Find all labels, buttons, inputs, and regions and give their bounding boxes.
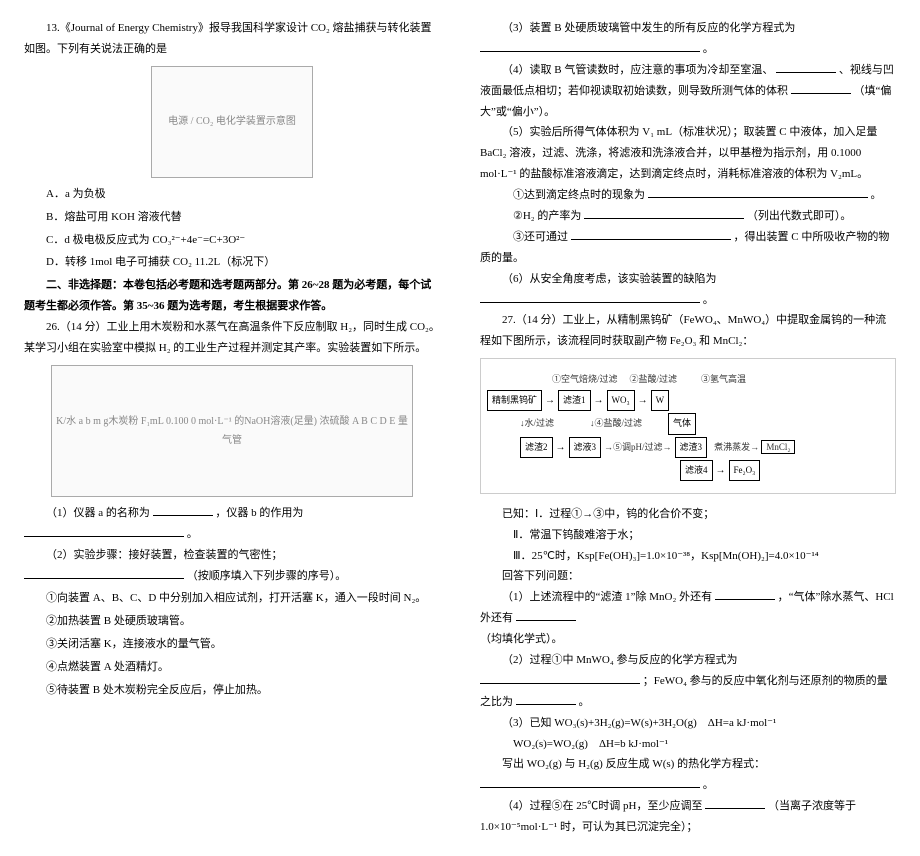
q26-stem: 26.（14 分）工业上用木炭粉和水蒸气在高温条件下反应制取 H₂，同时生成 C… — [24, 317, 440, 359]
q26-part5-2a: ②H₂ 的产率为 — [513, 210, 581, 222]
flow-start: 精制黑钨矿 — [487, 390, 542, 411]
q26-part5-1b: 。 — [871, 189, 882, 201]
right-column: （3）装置 B 处硬质玻璃管中发生的所有反应的化学方程式为 。 （4）读取 B … — [480, 18, 896, 838]
q13-figure-wrap: 电源 / CO₂ 电化学装置示意图 — [24, 66, 440, 178]
q27-a3-qa: 写出 WO₂(g) 与 H₂(g) 反应生成 W(s) 的热化学方程式： — [502, 758, 765, 770]
q27-known-3: Ⅲ．25℃时，Ksp[Fe(OH)₃]=1.0×10⁻³⁸，Ksp[Mn(OH)… — [480, 546, 896, 567]
q26-step-4: ④点燃装置 A 处酒精灯。 — [24, 657, 440, 678]
flow-step3-label: ③氢气高温 — [701, 371, 746, 388]
left-column: 13.《Journal of Energy Chemistry》报导我国科学家设… — [24, 18, 440, 838]
q26-part4-a: （4）读取 B 气管读数时，应注意的事项为冷却至室温、 — [502, 64, 773, 76]
blank-yield[interactable] — [584, 208, 744, 219]
q26-part2: （2）实验步骤：接好装置，检查装置的气密性； （按顺序填入下列步骤的序号）。 — [24, 545, 440, 587]
blank-mnwo4-eq[interactable] — [480, 673, 640, 684]
arrow-icon: → — [638, 391, 648, 410]
q27-a2: （2）过程①中 MnWO₄ 参与反应的化学方程式为 ；FeWO₄ 参与的反应中氧… — [480, 650, 896, 713]
q13-stem: 13.《Journal of Energy Chemistry》报导我国科学家设… — [24, 18, 440, 60]
flow-step1-label: ①空气焙烧/过滤 — [552, 371, 618, 388]
arrow-icon: → — [594, 391, 604, 410]
flow-fe2o3: Fe₂O₃ — [729, 460, 761, 481]
q26-part1-c: 。 — [187, 528, 198, 540]
flow-wo3: WO₃ — [607, 390, 635, 411]
flow-gas: 气体 — [668, 413, 696, 434]
flow-residue2: 滤渣2 — [520, 437, 553, 458]
q26-step-3: ③关闭活塞 K，连接液水的量气管。 — [24, 634, 440, 655]
q26-part2-a: （2）实验步骤：接好装置，检查装置的气密性； — [46, 549, 283, 561]
q26-step-1: ①向装置 A、B、C、D 中分别加入相应试剂，打开活塞 K，通入一段时间 N₂。 — [24, 588, 440, 609]
q26-part3-b: 。 — [703, 43, 714, 55]
blank-bias[interactable] — [791, 83, 851, 94]
q26-part3-a: （3）装置 B 处硬质玻璃管中发生的所有反应的化学方程式为 — [502, 22, 795, 34]
arrow-icon: → — [716, 461, 726, 480]
flow-filtrate4: 滤液4 — [680, 460, 713, 481]
q13-option-c: C．d 极电极反应式为 CO₃²⁻+4e⁻=C+3O²⁻ — [24, 230, 440, 251]
q26-part5-1a: ①达到滴定终点时的现象为 — [513, 189, 645, 201]
q27-a3-q: 写出 WO₂(g) 与 H₂(g) 反应生成 W(s) 的热化学方程式： 。 — [480, 754, 896, 796]
flow-step5-label: →⑤调pH/过滤→ — [604, 439, 672, 456]
flow-bottom1-label: ↓水/过滤 — [520, 415, 554, 432]
q27-answer-head: 回答下列问题： — [480, 566, 896, 587]
q26-part1-a: （1）仪器 a 的名称为 — [46, 507, 150, 519]
blank-thermo-eq[interactable] — [480, 777, 700, 788]
q13-option-b: B．熔盐可用 KOH 溶液代替 — [24, 207, 440, 228]
flow-bottom2-label: ↓④盐酸/过滤 — [590, 415, 642, 432]
q26-part5-1: ①达到滴定终点时的现象为 。 — [480, 185, 896, 206]
q26-figure: K/水 a b m g木炭粉 F₁mL 0.100 0 mol·L⁻¹ 的NaO… — [51, 365, 413, 497]
q27-known-2: Ⅱ．常温下钨酸难溶于水； — [480, 525, 896, 546]
q26-part5: （5）实验后所得气体体积为 V₁ mL（标准状况）；取装置 C 中液体，加入足量… — [480, 122, 896, 185]
q27-known-1: 已知：Ⅰ．过程①→③中，钨的化合价不变； — [480, 504, 896, 525]
section-2-heading: 二、非选择题：本卷包括必考题和选考题两部分。第 26~28 题为必考题，每个试题… — [24, 275, 440, 317]
q27-a4: （4）过程⑤在 25℃时调 pH，至少应调至 （当离子浓度等于 1.0×10⁻⁵… — [480, 796, 896, 838]
q27-a1: （1）上述流程中的“滤渣 1”除 MnO₂ 外还有 ，“气体”除水蒸气、HCl … — [480, 587, 896, 629]
q26-part2-b: （按顺序填入下列步骤的序号）。 — [187, 570, 347, 582]
q26-part6-b: 。 — [703, 294, 714, 306]
q26-part5-3: ③还可通过 ，得出装置 C 中所吸收产物的物质的量。 — [480, 227, 896, 269]
blank-defect[interactable] — [480, 292, 700, 303]
q27-a2-c: 。 — [579, 696, 590, 708]
blank-instrument-a[interactable] — [153, 505, 213, 516]
blank-step-order[interactable] — [24, 568, 184, 579]
flow-residue3: 滤渣3 — [675, 437, 708, 458]
q27-a1-c: （均填化学式）。 — [480, 629, 896, 650]
blank-ph[interactable] — [705, 798, 765, 809]
q27-a2-a: （2）过程①中 MnWO₄ 参与反应的化学方程式为 — [502, 654, 737, 666]
blank-equation-b[interactable] — [480, 41, 700, 52]
blank-instrument-b[interactable] — [24, 526, 184, 537]
q26-part1-b: ，仪器 b 的作用为 — [215, 507, 303, 519]
q27-stem: 27.（14 分）工业上，从精制黑钨矿（FeWO₄、MnWO₄）中提取金属钨的一… — [480, 310, 896, 352]
q26-step-2: ②加热装置 B 处硬质玻璃管。 — [24, 611, 440, 632]
blank-endpoint[interactable] — [648, 187, 868, 198]
q26-part5-3a: ③还可通过 — [513, 231, 568, 243]
flow-residue1: 滤渣1 — [558, 390, 591, 411]
q13-option-d: D．转移 1mol 电子可捕获 CO₂ 11.2L（标况下） — [24, 252, 440, 273]
q26-part1: （1）仪器 a 的名称为 ，仪器 b 的作用为 。 — [24, 503, 440, 545]
q13-option-a: A．a 为负极 — [24, 184, 440, 205]
q26-figure-wrap: K/水 a b m g木炭粉 F₁mL 0.100 0 mol·L⁻¹ 的NaO… — [24, 365, 440, 497]
q26-part6: （6）从安全角度考虑，该实验装置的缺陷为 。 — [480, 269, 896, 311]
blank-gas[interactable] — [516, 610, 576, 621]
q26-part3: （3）装置 B 处硬质玻璃管中发生的所有反应的化学方程式为 。 — [480, 18, 896, 60]
q27-flowchart: ①空气焙烧/过滤 ②盐酸/过滤 ③氢气高温 精制黑钨矿 → 滤渣1 → WO₃ … — [480, 358, 896, 493]
blank-ratio[interactable] — [516, 694, 576, 705]
q27-a3-qb: 。 — [703, 779, 714, 791]
flow-step2-label: ②盐酸/过滤 — [630, 371, 678, 388]
flow-filtrate3: 滤液3 — [569, 437, 602, 458]
blank-residue1[interactable] — [715, 589, 775, 600]
blank-method[interactable] — [571, 229, 731, 240]
flow-w: W — [651, 390, 670, 411]
q13-figure: 电源 / CO₂ 电化学装置示意图 — [151, 66, 313, 178]
q26-step-5: ⑤待装置 B 处木炭粉完全反应后，停止加热。 — [24, 680, 440, 701]
q27-a3-line1: （3）已知 WO₃(s)+3H₂(g)=W(s)+3H₂O(g) ΔH=a kJ… — [480, 713, 896, 734]
q26-part5-2: ②H₂ 的产率为 （列出代数式即可）。 — [480, 206, 896, 227]
arrow-icon: → — [556, 438, 566, 457]
q27-a1-a: （1）上述流程中的“滤渣 1”除 MnO₂ 外还有 — [502, 591, 712, 603]
q26-part6-a: （6）从安全角度考虑，该实验装置的缺陷为 — [502, 273, 717, 285]
q26-part5-2b: （列出代数式即可）。 — [747, 210, 852, 222]
q27-a4-a: （4）过程⑤在 25℃时调 pH，至少应调至 — [502, 800, 702, 812]
q27-a3-line2: WO₂(s)=WO₂(g) ΔH=b kJ·mol⁻¹ — [480, 734, 896, 755]
flow-mncl2: MnCl₂ — [761, 440, 795, 454]
blank-read-note[interactable] — [776, 62, 836, 73]
arrow-icon: → — [545, 391, 555, 410]
q26-part4: （4）读取 B 气管读数时，应注意的事项为冷却至室温、 、视线与凹液面最低点相切… — [480, 60, 896, 123]
